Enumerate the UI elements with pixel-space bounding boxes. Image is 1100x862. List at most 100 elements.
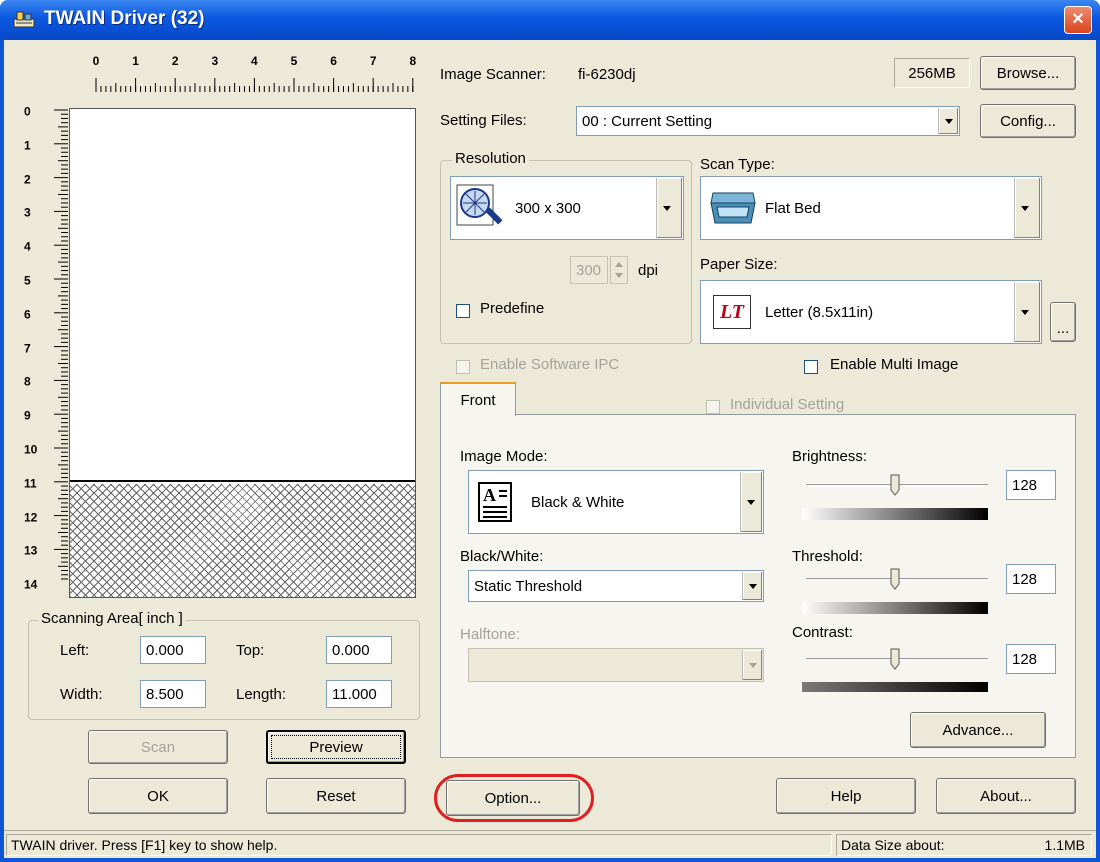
scanner-app-icon bbox=[13, 11, 35, 28]
config-button[interactable]: Config... bbox=[980, 104, 1076, 138]
image-scanner-model: fi-6230dj bbox=[578, 66, 636, 83]
paper-size-more-button[interactable]: ... bbox=[1050, 302, 1076, 342]
ruler-top-label: 4 bbox=[251, 54, 258, 68]
halftone-label: Halftone: bbox=[460, 626, 521, 643]
image-mode-bw-icon: A bbox=[478, 482, 512, 522]
image-mode-label: Image Mode: bbox=[460, 448, 548, 465]
svg-text:A: A bbox=[483, 485, 496, 505]
ruler-left-label: 11 bbox=[24, 476, 37, 491]
ruler-top-label: 5 bbox=[290, 54, 298, 68]
option-highlight-ring bbox=[434, 774, 594, 822]
contrast-label: Contrast: bbox=[792, 624, 853, 641]
paper-size-combo[interactable]: LT Letter (8.5x11in) bbox=[700, 280, 1042, 344]
image-mode-dropdown-arrow[interactable] bbox=[740, 472, 762, 532]
paper-size-dropdown-arrow[interactable] bbox=[1014, 282, 1040, 342]
resolution-icon bbox=[456, 184, 503, 226]
threshold-gradient bbox=[802, 602, 988, 614]
top-label: Top: bbox=[236, 642, 265, 659]
memory-indicator: 256MB bbox=[894, 58, 970, 88]
ruler-left-label: 8 bbox=[24, 374, 31, 389]
ruler-left-label: 9 bbox=[24, 408, 31, 423]
ruler-top-label: 0 bbox=[92, 54, 100, 68]
ruler-left-label: 7 bbox=[24, 340, 31, 355]
predefine-label: Predefine bbox=[480, 300, 545, 317]
enable-multi-image-label: Enable Multi Image bbox=[830, 356, 959, 373]
browse-button[interactable]: Browse... bbox=[980, 56, 1076, 90]
ruler-left-label: 0 bbox=[24, 104, 31, 119]
ruler-left-label: 10 bbox=[24, 442, 38, 457]
data-size-value: 1.1MB bbox=[1044, 837, 1085, 853]
preview-canvas[interactable] bbox=[69, 108, 416, 598]
ruler-left-label: 5 bbox=[24, 273, 31, 288]
predefine-checkbox[interactable] bbox=[456, 304, 470, 318]
black-white-label: Black/White: bbox=[460, 548, 544, 565]
scanning-area-legend: Scanning Area[ inch ] bbox=[38, 610, 186, 627]
ruler-top-label: 6 bbox=[330, 54, 337, 68]
dialog-client: 012345678 0 1 2 3 4 5 6 7 8 9 10 11 12 13 14 Scanning … bbox=[4, 40, 1096, 858]
data-size-label: Data Size about: bbox=[841, 837, 945, 853]
width-field[interactable]: 8.500 bbox=[140, 680, 206, 708]
left-field[interactable]: 0.000 bbox=[140, 636, 206, 664]
close-button[interactable]: × bbox=[1064, 6, 1092, 34]
threshold-slider-thumb[interactable] bbox=[890, 568, 900, 590]
resolution-dropdown-arrow[interactable] bbox=[656, 178, 682, 238]
left-label: Left: bbox=[60, 642, 90, 659]
ruler-left-label: 2 bbox=[24, 171, 31, 186]
spinner-arrows-icon bbox=[615, 262, 623, 278]
ok-button[interactable]: OK bbox=[88, 778, 228, 814]
close-icon: × bbox=[1072, 8, 1084, 30]
ruler-left-label: 6 bbox=[24, 307, 31, 322]
tab-front[interactable]: Front bbox=[440, 382, 516, 416]
title-bar[interactable]: TWAIN Driver (32) × bbox=[0, 0, 1100, 40]
brightness-value-field[interactable]: 128 bbox=[1006, 470, 1056, 500]
threshold-label: Threshold: bbox=[792, 548, 863, 565]
setting-files-dropdown-arrow[interactable] bbox=[938, 108, 958, 134]
resolution-combo[interactable]: 300 x 300 bbox=[450, 176, 684, 240]
enable-software-ipc-label: Enable Software IPC bbox=[480, 356, 620, 373]
window-title: TWAIN Driver (32) bbox=[44, 8, 205, 29]
scan-type-dropdown-arrow[interactable] bbox=[1014, 178, 1040, 238]
preview-button[interactable]: Preview bbox=[266, 730, 406, 764]
length-field[interactable]: 11.000 bbox=[326, 680, 392, 708]
contrast-gradient bbox=[802, 682, 988, 692]
image-mode-combo[interactable]: A Black & White bbox=[468, 470, 764, 534]
paper-area[interactable] bbox=[70, 109, 415, 482]
contrast-value-field[interactable]: 128 bbox=[1006, 644, 1056, 674]
ruler-left-label: 13 bbox=[24, 543, 38, 558]
width-label: Width: bbox=[60, 686, 103, 703]
threshold-value-field[interactable]: 128 bbox=[1006, 564, 1056, 594]
halftone-dropdown-arrow bbox=[742, 650, 762, 680]
setting-files-combo[interactable]: 00 : Current Setting bbox=[576, 106, 960, 136]
status-help-text: TWAIN driver. Press [F1] key to show hel… bbox=[6, 834, 832, 856]
ruler-left-label: 4 bbox=[24, 239, 31, 254]
top-field[interactable]: 0.000 bbox=[326, 636, 392, 664]
black-white-combo[interactable]: Static Threshold bbox=[468, 570, 764, 602]
contrast-slider-thumb[interactable] bbox=[890, 648, 900, 670]
ruler-top-label: 7 bbox=[369, 54, 377, 68]
paper-size-label: Paper Size: bbox=[700, 256, 778, 273]
enable-multi-image-checkbox[interactable] bbox=[804, 360, 818, 374]
about-button[interactable]: About... bbox=[936, 778, 1076, 814]
advance-button[interactable]: Advance... bbox=[910, 712, 1046, 748]
individual-setting-label: Individual Setting bbox=[730, 396, 845, 413]
status-data-size: Data Size about: 1.1MB bbox=[836, 834, 1092, 856]
length-label: Length: bbox=[236, 686, 287, 703]
scan-button[interactable]: Scan bbox=[88, 730, 228, 764]
ruler-left-label: 3 bbox=[24, 205, 31, 220]
scan-type-combo[interactable]: Flat Bed bbox=[700, 176, 1042, 240]
help-button[interactable]: Help bbox=[776, 778, 916, 814]
reset-button[interactable]: Reset bbox=[266, 778, 406, 814]
ruler-left-label: 1 bbox=[24, 138, 31, 153]
ruler-top-label: 8 bbox=[409, 54, 417, 68]
scan-type-label: Scan Type: bbox=[700, 156, 775, 173]
brightness-gradient bbox=[802, 508, 988, 520]
ruler-left-label: 14 bbox=[24, 577, 38, 592]
brightness-label: Brightness: bbox=[792, 448, 868, 465]
brightness-slider-thumb[interactable] bbox=[890, 474, 900, 496]
halftone-combo bbox=[468, 648, 764, 682]
individual-setting-checkbox bbox=[706, 400, 720, 414]
paper-letter-icon: LT bbox=[713, 295, 751, 329]
resolution-spinner bbox=[610, 256, 628, 284]
black-white-dropdown-arrow[interactable] bbox=[742, 572, 762, 600]
enable-software-ipc-checkbox bbox=[456, 360, 470, 374]
